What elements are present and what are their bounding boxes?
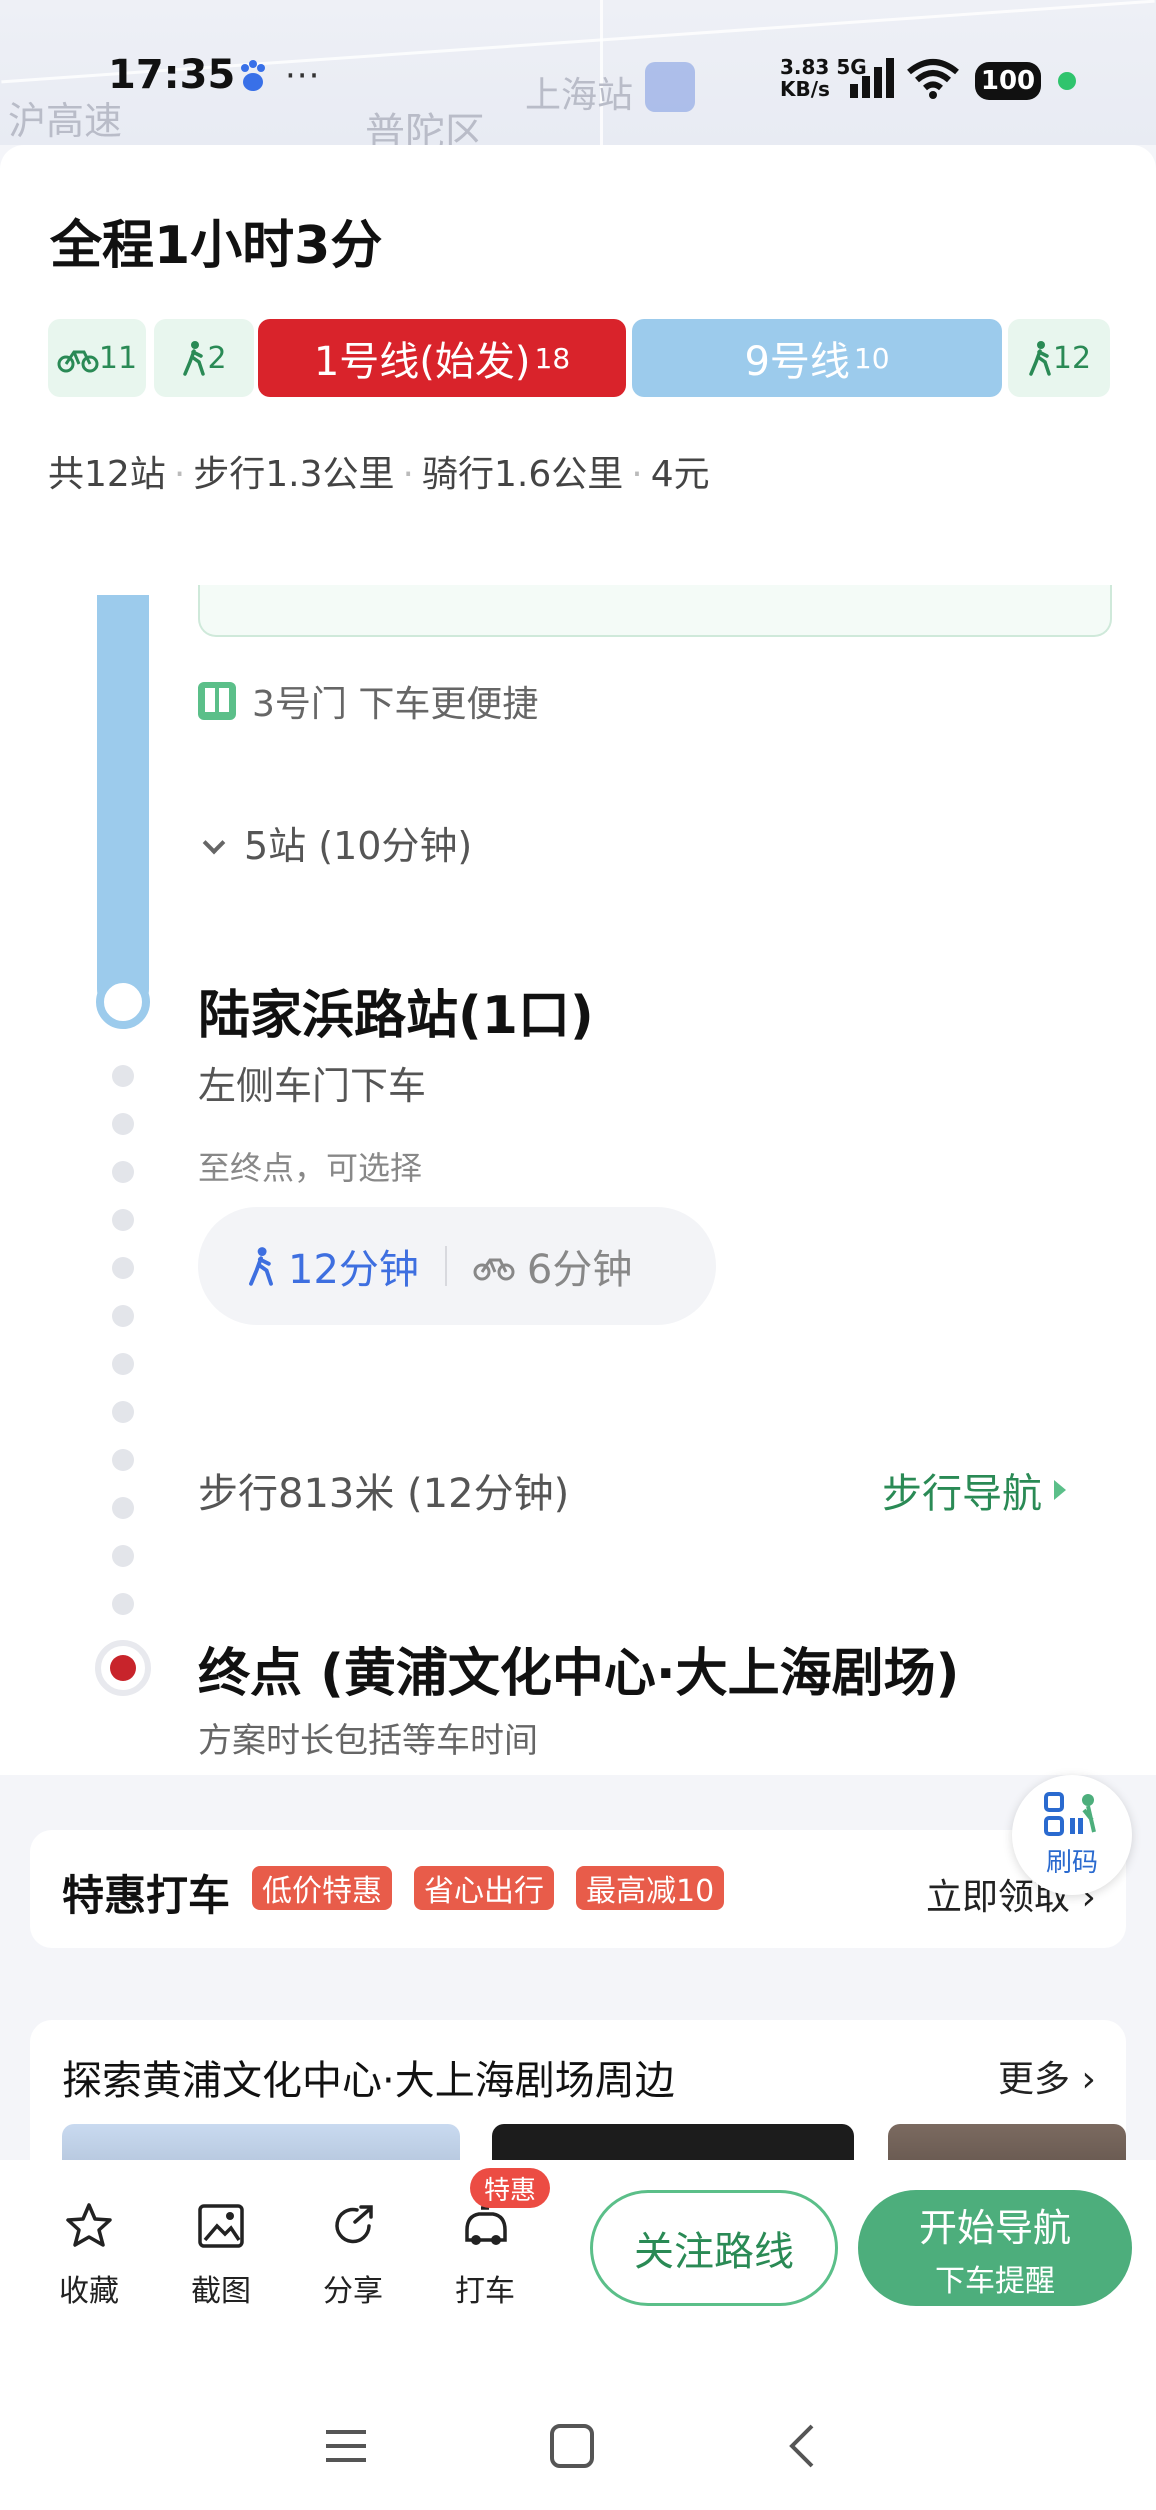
door-tip: 3号门 下车更便捷 (198, 675, 538, 727)
transfer-info-box (198, 585, 1112, 637)
walk-path-dot (112, 1161, 134, 1183)
walk-path-dot (112, 1305, 134, 1327)
taxi-title: 特惠打车 (62, 1871, 231, 1920)
walk-path-dot (112, 1113, 134, 1135)
door-side: 左侧车门下车 (198, 1064, 427, 1108)
start-navigation-button[interactable]: 开始导航 下车提醒 (858, 2190, 1132, 2306)
segment-walk-label: 2 (207, 340, 227, 376)
door-icon (198, 682, 236, 720)
qr-pay-button[interactable]: 刷码 (1012, 1775, 1132, 1895)
walk-path-dot (112, 1209, 134, 1231)
divider (444, 1246, 447, 1286)
walk-icon (1029, 341, 1051, 376)
segment-line-9[interactable]: 9号线 10 (632, 319, 1002, 397)
signal-icon (850, 58, 896, 102)
walk-path-dot (112, 1257, 134, 1279)
play-arrow-icon (1054, 1480, 1066, 1500)
walk-path-dot (112, 1449, 134, 1471)
promo-tag: 低价特惠 (252, 1866, 392, 1910)
chevron-down-icon (202, 831, 226, 855)
privacy-dot-icon (1058, 72, 1076, 90)
walk-icon (249, 1247, 273, 1286)
menu-icon[interactable] (322, 2422, 370, 2470)
destination-name: 终点 (黄浦文化中心·大上海剧场) (198, 1644, 960, 1704)
bike-icon (57, 350, 99, 373)
walk-path-dot (112, 1065, 134, 1087)
walk-icon (183, 341, 206, 376)
battery-indicator: 100 (975, 62, 1041, 100)
taxi-promo-card[interactable]: 特惠打车 低价特惠 省心出行 最高减10 立即领取 › (30, 1830, 1126, 1948)
station-marker (96, 975, 150, 1029)
line-9-name: 9号线 (744, 339, 850, 385)
more-link[interactable]: 更多 › (998, 2050, 1096, 2102)
follow-route-button[interactable]: 关注路线 (590, 2190, 838, 2306)
segment-walk[interactable]: 2 (154, 319, 254, 397)
stops-toggle[interactable]: 5站 (10分钟) (198, 815, 472, 870)
line-1-stops: 18 (534, 341, 571, 375)
image-icon (198, 2204, 244, 2248)
share-button[interactable]: 分享 (298, 2200, 408, 2310)
taxi-promo-badge: 特惠 (470, 2168, 550, 2208)
route-detail: 3号门 下车更便捷 5站 (10分钟) 陆家浜路站(1口) 左侧车门下车 至终点… (0, 585, 1156, 1775)
baidu-paw-icon (238, 60, 268, 94)
system-nav-bar (0, 2380, 1156, 2510)
segment-walk-label: 12 (1052, 340, 1092, 376)
stops-count: 5站 (10分钟) (244, 824, 473, 868)
walk-path-dot (112, 1593, 134, 1615)
line-9-stops: 10 (853, 341, 890, 375)
more-notifications-icon: ··· (285, 56, 321, 96)
walk-path-dot (112, 1353, 134, 1375)
station-name[interactable]: 陆家浜路站(1口) (198, 973, 594, 1048)
route-meta: 共12站 · 步行1.3公里 · 骑行1.6公里 · 4元 (48, 454, 710, 495)
explore-title: 探索黄浦文化中心·大上海剧场周边 (62, 2058, 675, 2104)
favorite-button[interactable]: 收藏 (34, 2200, 144, 2310)
line-9-rail (97, 595, 149, 1015)
segment-bike-label: 11 (98, 340, 138, 376)
share-icon (335, 2205, 373, 2244)
walk-path-dot (112, 1497, 134, 1519)
walk-path-dot (112, 1545, 134, 1567)
segment-walk[interactable]: 12 (1008, 319, 1110, 397)
status-bar: 17:35 ··· 3.83 5G KB/s 100 (0, 0, 1156, 145)
qr-label: 刷码 (1045, 1847, 1098, 1878)
status-time: 17:35 (108, 52, 236, 98)
home-icon[interactable] (548, 2422, 596, 2470)
walk-option[interactable]: 12分钟 (246, 1237, 419, 1295)
back-icon[interactable] (780, 2422, 828, 2470)
star-icon (66, 2203, 112, 2247)
wifi-icon (905, 58, 961, 104)
segment-bike[interactable]: 11 (48, 319, 146, 397)
duration-note: 方案时长包括等车时间 (198, 1721, 538, 1761)
walk-nav-link[interactable]: 步行导航 (882, 1461, 1066, 1519)
last-mile-options: 12分钟 6分钟 (198, 1207, 716, 1325)
walk-path-dot (112, 1401, 134, 1423)
promo-tag: 省心出行 (414, 1866, 554, 1910)
total-duration: 全程1小时3分 (50, 216, 383, 276)
qr-code-icon (1044, 1791, 1096, 1836)
line-1-name: 1号线(始发) (313, 339, 531, 385)
to-end-hint: 至终点，可选择 (198, 1149, 423, 1187)
door-tip-text: 3号门 下车更便捷 (252, 684, 539, 725)
promo-tag: 最高减10 (576, 1866, 725, 1910)
segment-line-1[interactable]: 1号线(始发) 18 (258, 319, 626, 397)
bike-option[interactable]: 6分钟 (473, 1237, 632, 1295)
route-summary-card: 全程1小时3分 11 2 1号线(始发) 18 9号线 10 12 共12站 · 步… (0, 145, 1156, 595)
screenshot-button[interactable]: 截图 (166, 2200, 276, 2310)
bike-icon (473, 1258, 515, 1281)
destination-marker-icon (95, 1640, 151, 1696)
taxi-button[interactable]: 打车 (430, 2200, 540, 2310)
